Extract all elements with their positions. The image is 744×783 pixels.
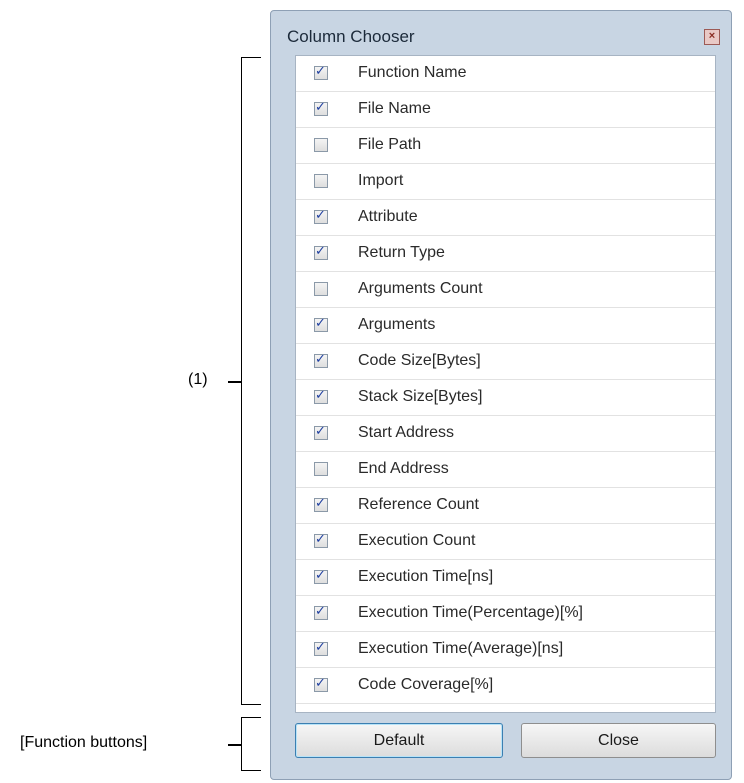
column-row[interactable]: Reference Count [296, 488, 715, 524]
column-checkbox[interactable] [314, 244, 328, 260]
column-label: File Path [358, 136, 422, 153]
column-checkbox[interactable] [314, 174, 328, 188]
column-checkbox[interactable] [314, 352, 328, 368]
column-checkbox[interactable] [314, 208, 328, 224]
column-checkbox[interactable] [314, 316, 328, 332]
column-label: Code Coverage[%] [358, 676, 494, 693]
column-row[interactable]: Import [296, 164, 715, 200]
column-row[interactable]: Code Size[Bytes] [296, 344, 715, 380]
column-label: Stack Size[Bytes] [358, 388, 483, 405]
column-checkbox[interactable] [314, 532, 328, 548]
column-label: Function Name [358, 64, 467, 81]
column-row[interactable]: File Path [296, 128, 715, 164]
column-row[interactable]: Execution Time(Percentage)[%] [296, 596, 715, 632]
column-checkbox[interactable] [314, 388, 328, 404]
column-checkbox[interactable] [314, 496, 328, 512]
title-bar: Column Chooser × [271, 11, 731, 55]
column-row[interactable]: Return Type [296, 236, 715, 272]
column-label: Execution Time(Percentage)[%] [358, 604, 583, 621]
column-label: Return Type [358, 244, 445, 261]
column-row[interactable]: File Name [296, 92, 715, 128]
column-checkbox[interactable] [314, 640, 328, 656]
column-label: Execution Count [358, 532, 476, 549]
close-icon[interactable]: × [704, 29, 720, 45]
column-label: Execution Time[ns] [358, 568, 494, 585]
column-label: Start Address [358, 424, 455, 441]
column-row[interactable]: Function Name [296, 56, 715, 92]
list-bracket [241, 57, 261, 705]
list-annotation: (1) [188, 371, 208, 388]
dialog-title: Column Chooser [287, 27, 415, 46]
list-bracket-tick [228, 381, 241, 383]
column-label: Arguments [358, 316, 436, 333]
column-label: File Name [358, 100, 431, 117]
column-label: Execution Time(Average)[ns] [358, 640, 564, 657]
column-row[interactable]: Arguments Count [296, 272, 715, 308]
buttons-annotation: [Function buttons] [20, 734, 148, 751]
column-row[interactable]: Execution Time[ns] [296, 560, 715, 596]
column-row[interactable]: Stack Size[Bytes] [296, 380, 715, 416]
column-row[interactable]: Arguments [296, 308, 715, 344]
buttons-bracket-tick [228, 744, 241, 746]
column-label: End Address [358, 460, 449, 477]
column-row[interactable]: End Address [296, 452, 715, 488]
column-label: Reference Count [358, 496, 479, 513]
column-checkbox[interactable] [314, 138, 328, 152]
default-button[interactable]: Default [295, 723, 503, 758]
column-checkbox[interactable] [314, 64, 328, 80]
column-checkbox[interactable] [314, 568, 328, 584]
buttons-bracket [241, 717, 261, 771]
column-checkbox[interactable] [314, 676, 328, 692]
column-row[interactable]: Execution Time(Average)[ns] [296, 632, 715, 668]
column-checkbox[interactable] [314, 462, 328, 476]
column-checkbox[interactable] [314, 424, 328, 440]
column-row[interactable]: Execution Count [296, 524, 715, 560]
column-checkbox[interactable] [314, 604, 328, 620]
column-label: Import [358, 172, 404, 189]
column-label: Code Size[Bytes] [358, 352, 481, 369]
column-checkbox[interactable] [314, 282, 328, 296]
column-list: Function Name File Name File Path Import Att… [295, 55, 716, 713]
column-row[interactable]: Code Coverage[%] [296, 668, 715, 704]
column-label: Attribute [358, 208, 418, 225]
close-button[interactable]: Close [521, 723, 716, 758]
column-chooser-dialog: Column Chooser × Function NameFile NameF… [270, 10, 732, 780]
column-row[interactable]: Start Address [296, 416, 715, 452]
column-row[interactable]: Attribute [296, 200, 715, 236]
column-label: Arguments Count [358, 280, 483, 297]
column-checkbox[interactable] [314, 100, 328, 116]
